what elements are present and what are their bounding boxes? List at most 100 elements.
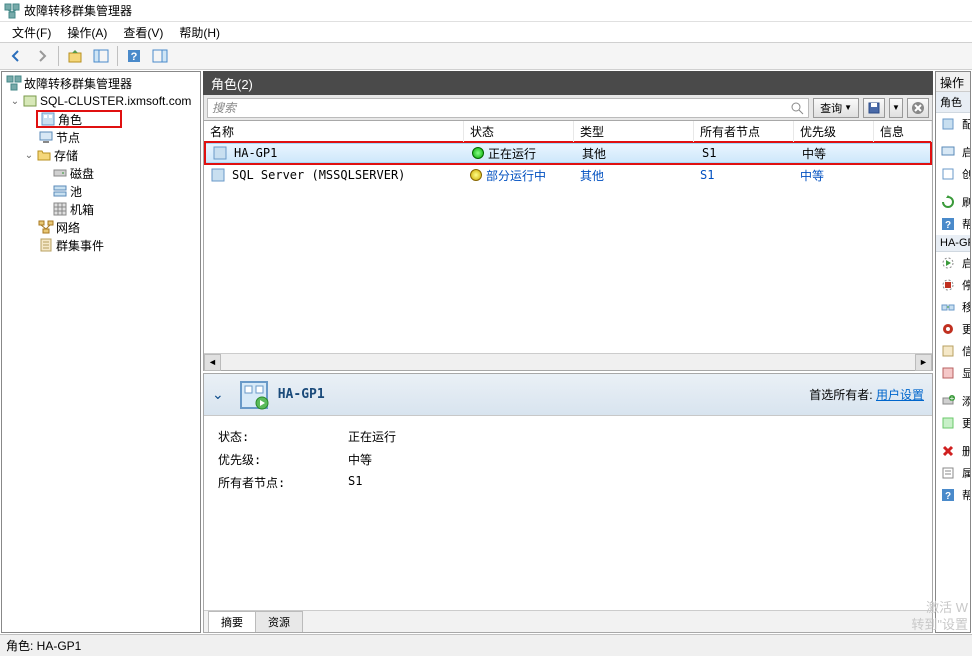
delete-icon	[940, 443, 956, 459]
folder-icon	[36, 147, 52, 163]
save-button[interactable]	[863, 98, 885, 118]
action-change[interactable]: 更	[936, 318, 970, 340]
action-delete[interactable]: 删	[936, 440, 970, 462]
col-info[interactable]: 信息	[874, 121, 932, 142]
search-placeholder: 搜索	[212, 99, 236, 116]
action-add[interactable]: +添	[936, 390, 970, 412]
save-dropdown[interactable]: ▼	[889, 98, 903, 118]
detail-title: HA-GP1	[278, 387, 325, 402]
help-button[interactable]: ?	[122, 44, 146, 68]
menu-file[interactable]: 文件(F)	[4, 22, 59, 43]
list-row[interactable]: SQL Server (MSSQLSERVER) 部分运行中 其他 S1 中等	[204, 165, 932, 185]
cluster-manager-icon	[6, 75, 22, 91]
tree-disks[interactable]: 磁盘	[4, 164, 198, 182]
statusbar-text: 角色: HA-GP1	[6, 637, 81, 654]
help-icon: ?	[940, 487, 956, 503]
actions-group-selected: HA-GP1	[936, 235, 970, 252]
col-owner[interactable]: 所有者节点	[694, 121, 794, 142]
tree-pools[interactable]: 池	[4, 182, 198, 200]
tree-storage[interactable]: ⌄ 存储	[4, 146, 198, 164]
tree-events[interactable]: 群集事件	[4, 236, 198, 254]
vm-icon	[940, 144, 956, 160]
tree-events-label: 群集事件	[56, 237, 104, 254]
up-button[interactable]	[63, 44, 87, 68]
tab-resources[interactable]: 资源	[255, 611, 303, 632]
query-button[interactable]: 查询▼	[813, 98, 859, 118]
row-owner: S1	[694, 168, 794, 182]
more-icon	[940, 415, 956, 431]
menu-view[interactable]: 查看(V)	[115, 22, 171, 43]
owner-label: 首选所有者:	[809, 388, 872, 402]
tree-enclosures[interactable]: 机箱	[4, 200, 198, 218]
list-row[interactable]: HA-GP1 正在运行 其他 S1 中等	[206, 143, 930, 163]
action-item[interactable]: 启	[936, 141, 970, 163]
col-type[interactable]: 类型	[574, 121, 694, 142]
row-status: 正在运行	[488, 145, 536, 162]
nav-back-button[interactable]	[4, 44, 28, 68]
action-start[interactable]: 启	[936, 252, 970, 274]
menubar: 文件(F) 操作(A) 查看(V) 帮助(H)	[0, 22, 972, 42]
col-priority[interactable]: 优先级	[794, 121, 874, 142]
tab-summary[interactable]: 摘要	[208, 611, 256, 632]
detail-status-value: 正在运行	[348, 428, 396, 445]
status-partial-icon	[470, 169, 482, 181]
tree-root[interactable]: 故障转移群集管理器	[4, 74, 198, 92]
search-input[interactable]: 搜索	[207, 98, 809, 118]
action-show[interactable]: 显	[936, 362, 970, 384]
tree-roles[interactable]: 角色	[36, 110, 122, 128]
tree-toggle-icon[interactable]: ⌄	[22, 150, 36, 161]
menu-help[interactable]: 帮助(H)	[171, 22, 228, 43]
action-refresh[interactable]: 刷	[936, 191, 970, 213]
menu-action[interactable]: 操作(A)	[59, 22, 115, 43]
show-hide-tree-button[interactable]	[89, 44, 113, 68]
tree-cluster[interactable]: ⌄ SQL-CLUSTER.ixmsoft.com	[4, 92, 198, 110]
row-status: 部分运行中	[486, 167, 546, 184]
tree-networks[interactable]: 网络	[4, 218, 198, 236]
app-icon	[4, 3, 20, 19]
cluster-icon	[22, 93, 38, 109]
action-label: 更	[962, 321, 971, 337]
enclosure-icon	[52, 201, 68, 217]
action-label: 移	[962, 299, 971, 315]
col-name[interactable]: 名称	[204, 121, 464, 142]
role-icon	[210, 167, 226, 183]
action-move[interactable]: 移	[936, 296, 970, 318]
action-stop[interactable]: 停	[936, 274, 970, 296]
action-label: 更	[962, 415, 971, 431]
tree-pools-label: 池	[70, 183, 82, 200]
pool-icon	[52, 183, 68, 199]
search-icon	[790, 101, 804, 115]
action-help2[interactable]: ?帮	[936, 484, 970, 506]
toolbar-separator	[58, 46, 59, 66]
properties-icon	[940, 465, 956, 481]
horizontal-scrollbar[interactable]: ◄ ►	[204, 353, 932, 370]
center-title: 角色(2)	[211, 74, 253, 93]
scroll-right-icon[interactable]: ►	[915, 354, 932, 371]
action-help[interactable]: ?帮	[936, 213, 970, 235]
action-properties[interactable]: 属	[936, 462, 970, 484]
action-configure[interactable]: 配置	[936, 113, 970, 135]
svg-text:?: ?	[131, 51, 138, 63]
action-info[interactable]: 信	[936, 340, 970, 362]
detail-owner-label: 所有者节点:	[218, 474, 348, 491]
tree-storage-label: 存储	[54, 147, 78, 164]
nav-forward-button[interactable]	[30, 44, 54, 68]
detail-panel: ⌄ HA-GP1 首选所有者: 用户设置 状态:正在运行 优先级:中等 所有者节…	[203, 373, 933, 633]
scroll-left-icon[interactable]: ◄	[204, 354, 221, 371]
actions-header: 操作	[936, 72, 970, 92]
detail-status-label: 状态:	[218, 428, 348, 445]
query-button-label: 查询	[820, 100, 842, 116]
toolbar-separator	[117, 46, 118, 66]
tree-toggle-icon[interactable]: ⌄	[8, 96, 22, 107]
refresh-icon	[940, 194, 956, 210]
chevron-down-icon[interactable]: ⌄	[212, 386, 224, 403]
show-hide-action-button[interactable]	[148, 44, 172, 68]
owner-link[interactable]: 用户设置	[876, 388, 924, 402]
action-item[interactable]: 创	[936, 163, 970, 185]
detail-priority-value: 中等	[348, 451, 372, 468]
disk-icon	[52, 165, 68, 181]
reset-button[interactable]	[907, 98, 929, 118]
tree-nodes[interactable]: 节点	[4, 128, 198, 146]
action-more[interactable]: 更	[936, 412, 970, 434]
col-status[interactable]: 状态	[464, 121, 574, 142]
